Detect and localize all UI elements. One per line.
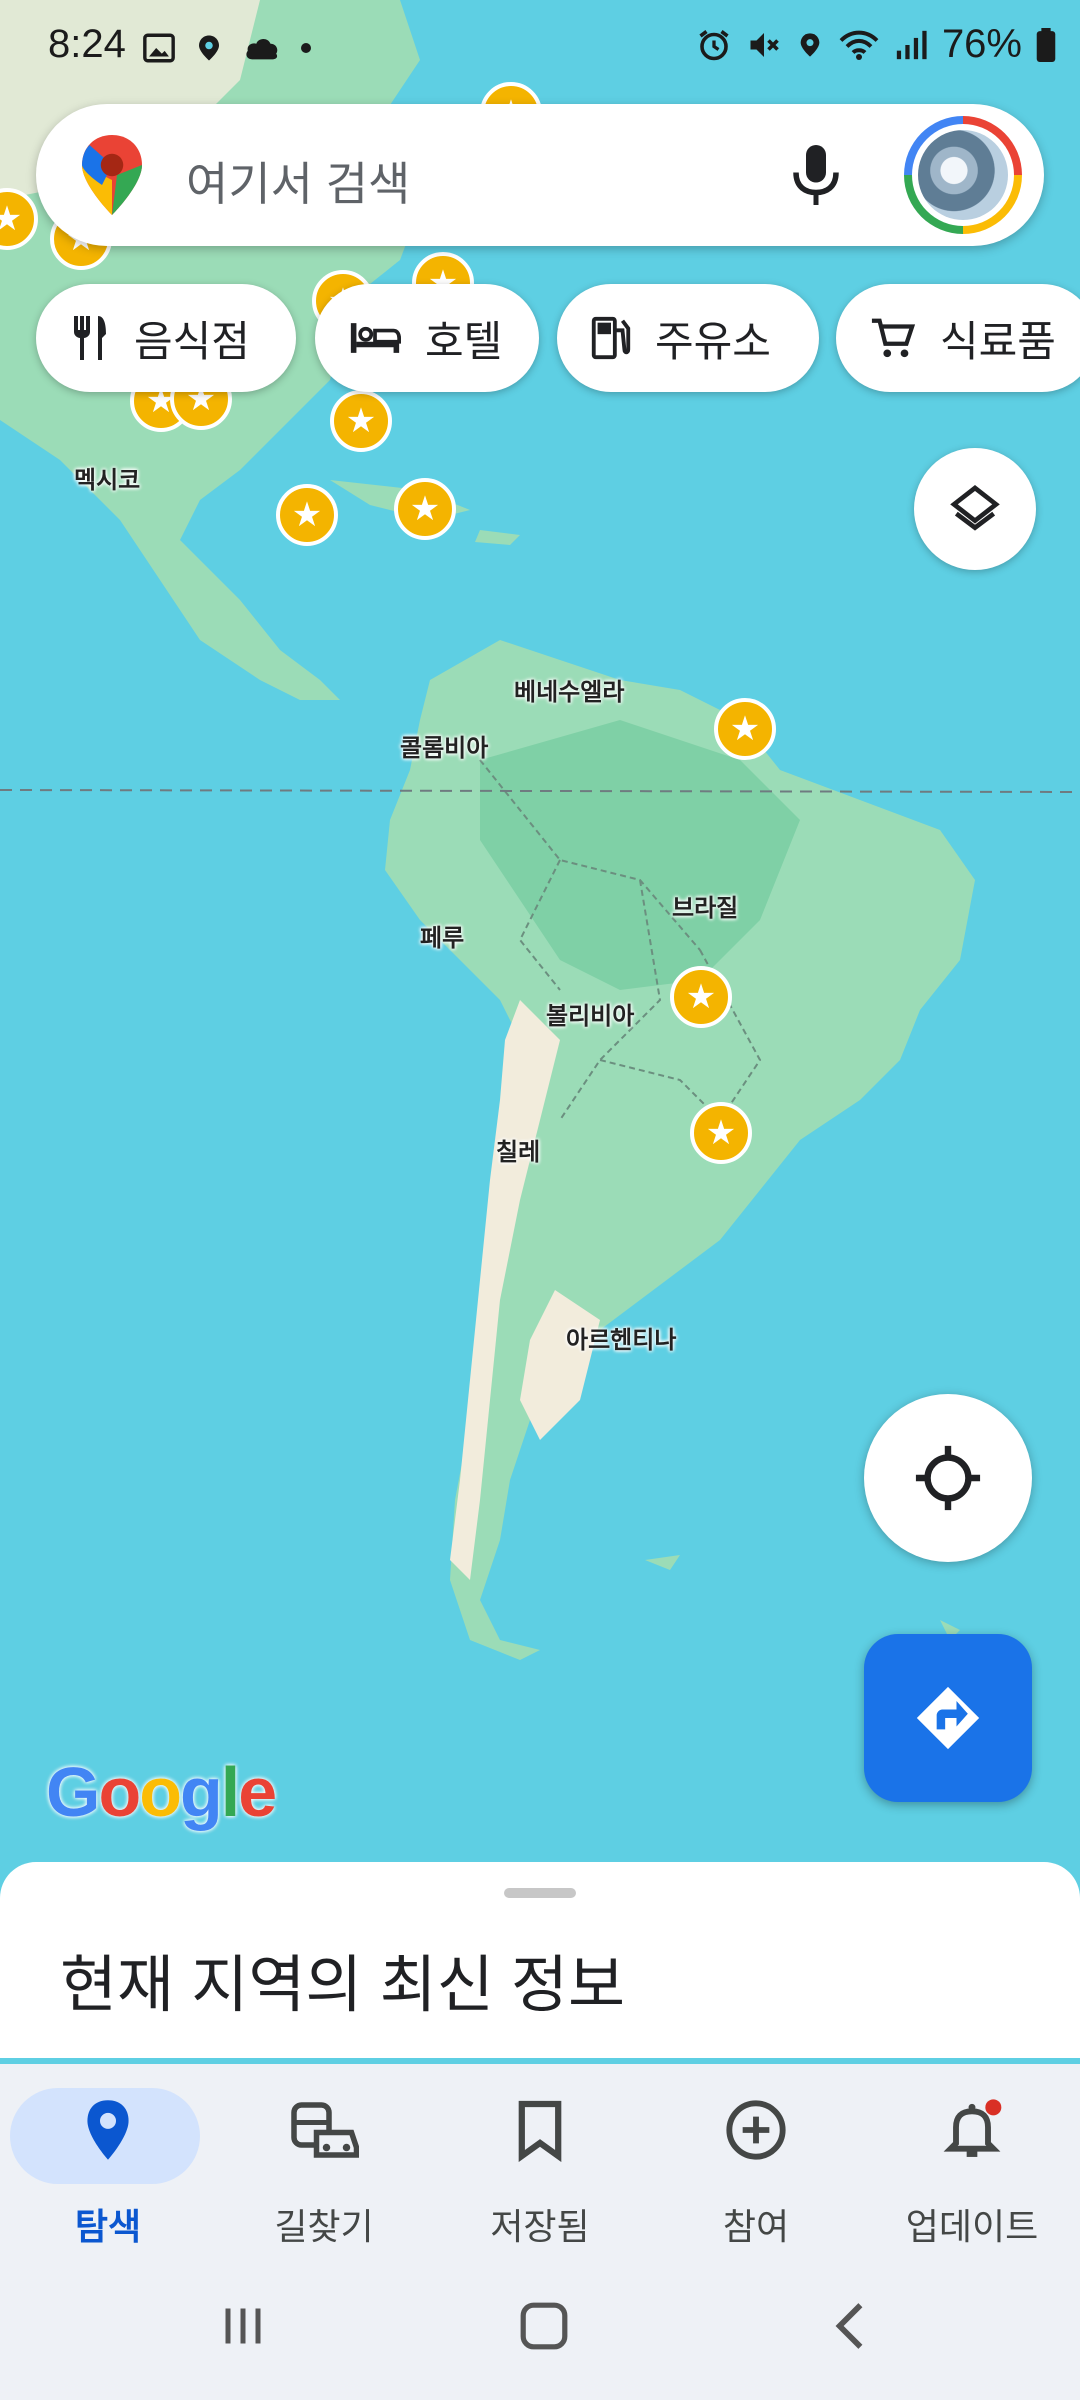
google-maps-pin-icon (82, 135, 142, 215)
restaurant-icon (74, 316, 106, 360)
sheet-title: 현재 지역의 최신 정보 (60, 1951, 626, 2020)
mute-icon (750, 32, 779, 57)
map-label-bolivia: 볼리비아 (546, 1003, 635, 1030)
nav-commute[interactable]: 길찾기 (216, 2078, 432, 2258)
account-avatar[interactable] (904, 116, 1022, 234)
my-location-button[interactable] (864, 1394, 1032, 1562)
map-canvas (0, 0, 1080, 1880)
map-label-peru: 페루 (420, 925, 465, 952)
status-time: 8:24 (48, 22, 126, 66)
google-logo: Google (46, 1753, 277, 1831)
nav-contribute[interactable]: 참여 (648, 2078, 864, 2258)
chip-groceries[interactable]: 식료품 (836, 284, 1080, 392)
bottom-navigation: 탐색 길찾기 저장됨 참여 업데이트 (0, 2064, 1080, 2400)
sheet-drag-handle[interactable] (504, 1888, 576, 1898)
search-bar[interactable]: 여기서 검색 (36, 104, 1044, 246)
chip-label: 호텔 (425, 317, 503, 365)
chip-restaurants[interactable]: 음식점 (36, 284, 296, 392)
category-chips: 음식점 호텔 주유소 식료품 (36, 284, 1080, 392)
signal-icon (896, 30, 927, 59)
bottom-sheet[interactable]: 현재 지역의 최신 정보 (0, 1862, 1080, 2058)
starred-place-pin[interactable]: ★ (714, 698, 776, 760)
map-label-argentina: 아르헨티나 (566, 1327, 677, 1354)
gallery-icon (143, 33, 175, 63)
map-label-mexico: 멕시코 (74, 467, 141, 494)
chip-label: 식료품 (940, 317, 1056, 365)
wifi-icon (839, 30, 879, 60)
map-label-chile: 칠레 (496, 1139, 541, 1166)
starred-place-pin[interactable]: ★ (670, 966, 732, 1028)
gas-station-icon (591, 316, 631, 360)
location-icon (199, 35, 219, 61)
nav-label: 저장됨 (490, 2206, 590, 2247)
home-icon[interactable] (518, 2300, 570, 2352)
directions-icon (916, 1686, 980, 1750)
battery-icon (1036, 27, 1056, 62)
search-input[interactable]: 여기서 검색 (186, 148, 410, 214)
avatar-ring (912, 124, 1014, 226)
starred-place-pin[interactable]: ★ (330, 390, 392, 452)
nav-updates[interactable]: 업데이트 (864, 2078, 1080, 2258)
nav-label: 탐색 (74, 2206, 142, 2247)
cloud-sync-icon (246, 38, 278, 60)
commute-icon (291, 2102, 359, 2158)
avatar-photo (918, 130, 1008, 220)
back-icon[interactable] (828, 2300, 872, 2352)
directions-button[interactable] (864, 1634, 1032, 1802)
add-circle-icon (726, 2100, 786, 2160)
layers-icon (950, 485, 1000, 531)
my-location-icon (915, 1445, 981, 1511)
status-left-icons (142, 30, 312, 66)
map-view[interactable]: ★ ★ ★ ★ ★ ★ ★ ★ ★ ★ ★ ★ ★ 멕시코 베네수엘라 콜롬비아… (0, 0, 1080, 1880)
nav-label: 업데이트 (905, 2206, 1039, 2247)
alarm-icon (699, 29, 729, 60)
layers-button[interactable] (914, 448, 1036, 570)
nav-label: 참여 (722, 2206, 790, 2247)
nav-explore[interactable]: 탐색 (0, 2078, 216, 2258)
map-label-colombia: 콜롬비아 (400, 735, 489, 762)
bell-icon (943, 2099, 1002, 2157)
starred-place-pin[interactable]: ★ (276, 484, 338, 546)
nav-label: 길찾기 (274, 2206, 374, 2247)
map-label-brazil: 브라질 (672, 895, 739, 922)
map-label-venezuela: 베네수엘라 (514, 679, 625, 706)
chip-label: 주유소 (655, 317, 771, 365)
starred-place-pin[interactable]: ★ (394, 478, 456, 540)
status-right-icons: 76% (696, 22, 1056, 67)
status-bar: 8:24 76% (0, 0, 1080, 100)
chip-gas-stations[interactable]: 주유소 (557, 284, 819, 392)
explore-pin-icon (87, 2100, 129, 2160)
battery-percent: 76% (941, 22, 1022, 66)
chip-label: 음식점 (134, 317, 250, 365)
chip-hotels[interactable]: 호텔 (315, 284, 539, 392)
microphone-icon[interactable] (786, 140, 846, 210)
location-icon (800, 32, 820, 57)
hotel-icon (350, 323, 401, 353)
grocery-cart-icon (871, 318, 916, 358)
system-navigation (0, 2260, 1080, 2400)
dot-icon (301, 43, 311, 53)
nav-saved[interactable]: 저장됨 (432, 2078, 648, 2258)
starred-place-pin[interactable]: ★ (690, 1102, 752, 1164)
bookmark-icon (518, 2100, 562, 2162)
recents-icon[interactable] (218, 2300, 268, 2352)
